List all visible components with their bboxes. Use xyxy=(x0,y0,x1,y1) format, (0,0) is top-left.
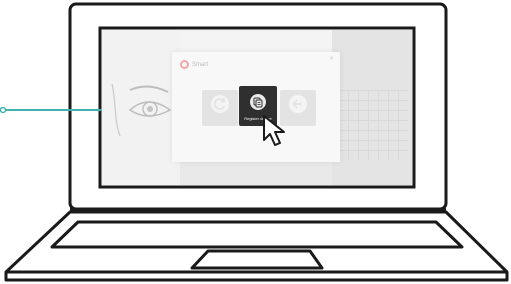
background-right-panel xyxy=(332,30,412,185)
laptop-illustration: Smart × Register device xyxy=(0,0,511,284)
close-icon[interactable]: × xyxy=(329,56,334,62)
connector-dot xyxy=(0,107,7,113)
refresh-icon xyxy=(214,98,226,111)
logo-mark-icon xyxy=(180,60,189,69)
app-logo: Smart xyxy=(180,60,208,69)
background-grid xyxy=(338,90,408,160)
mouse-pointer-icon xyxy=(263,115,285,146)
login-dialog: Smart × Register device xyxy=(172,52,340,162)
connector-line xyxy=(0,107,102,113)
face-illustration-icon xyxy=(111,83,172,137)
refresh-tile[interactable] xyxy=(202,90,238,126)
screen-content: Smart × Register device xyxy=(102,30,412,185)
background-top-bar xyxy=(180,30,332,52)
background-bottom-bar xyxy=(180,160,332,185)
register-device-icon xyxy=(253,97,263,108)
logo-text: Smart xyxy=(192,61,209,68)
logout-icon xyxy=(291,99,302,109)
